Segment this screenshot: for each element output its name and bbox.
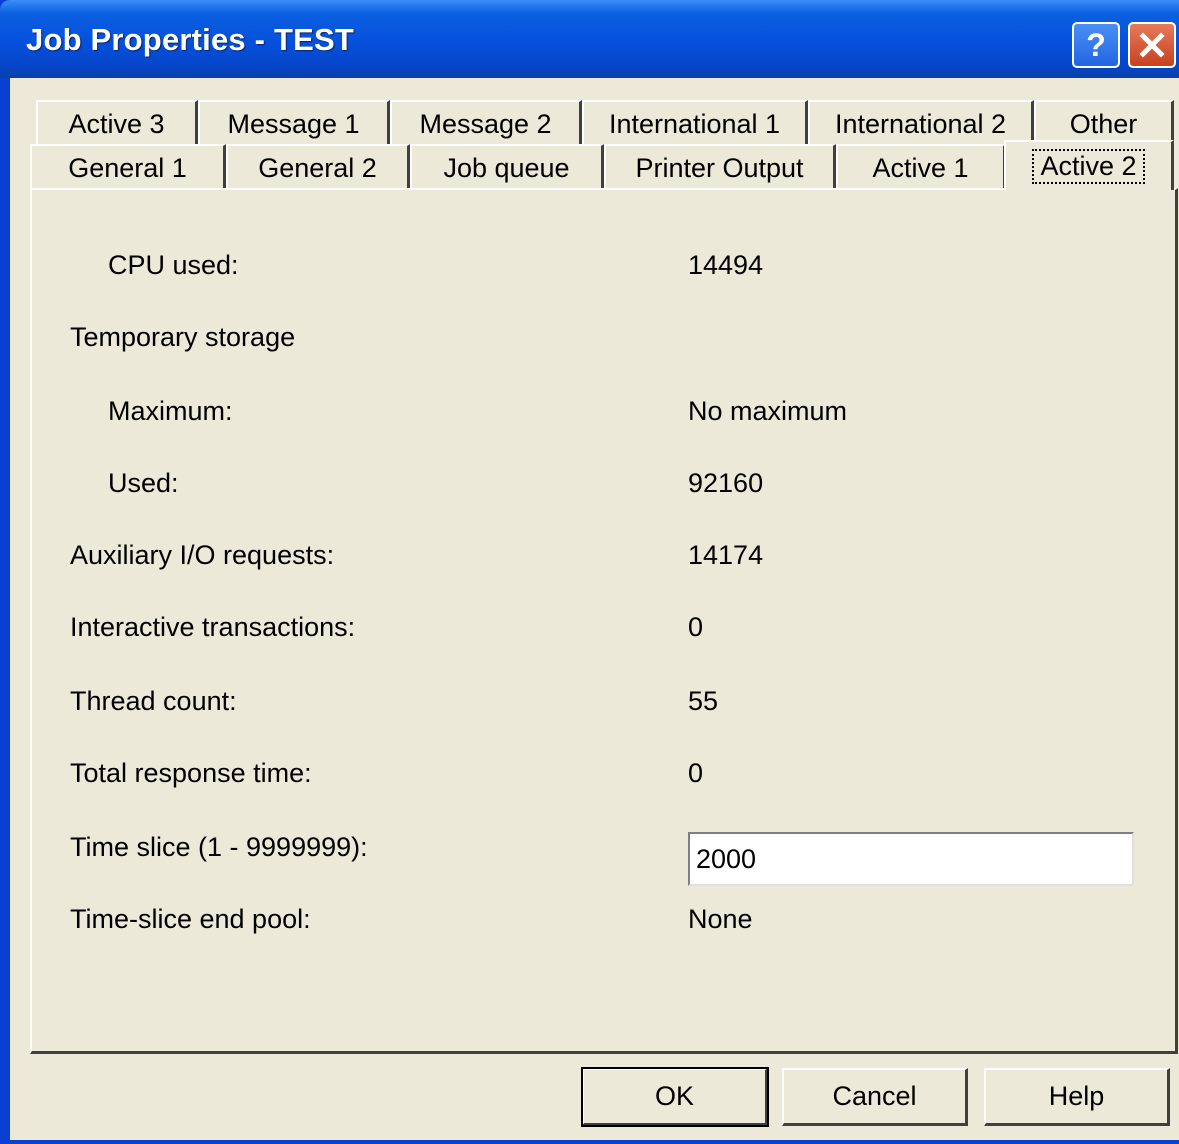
time-slice-end-pool-label: Time-slice end pool: xyxy=(70,904,311,934)
tab-international-1[interactable]: International 1 xyxy=(582,100,808,146)
time-slice-end-pool-value: None xyxy=(688,904,753,934)
tab-message-1[interactable]: Message 1 xyxy=(198,100,390,146)
total-response-time-label: Total response time: xyxy=(70,758,312,788)
time-slice-input[interactable] xyxy=(688,832,1134,886)
job-properties-dialog: Job Properties - TEST ? Active 3 Message… xyxy=(0,0,1179,1144)
window-title: Job Properties - TEST xyxy=(26,22,355,57)
help-button[interactable]: Help xyxy=(984,1068,1170,1126)
close-button[interactable] xyxy=(1128,22,1176,68)
temporary-storage-heading: Temporary storage xyxy=(70,322,296,352)
help-title-button[interactable]: ? xyxy=(1072,22,1120,68)
question-icon: ? xyxy=(1086,26,1106,63)
auxiliary-io-label: Auxiliary I/O requests: xyxy=(70,540,335,570)
interactive-transactions-label: Interactive transactions: xyxy=(70,612,356,642)
total-response-time-value: 0 xyxy=(688,758,704,788)
storage-used-label: Used: xyxy=(108,468,179,498)
tab-active-2[interactable]: Active 2 xyxy=(1004,140,1174,190)
cpu-used-label: CPU used: xyxy=(108,250,239,280)
thread-count-label: Thread count: xyxy=(70,686,237,716)
cpu-used-value: 14494 xyxy=(688,250,764,280)
storage-used-value: 92160 xyxy=(688,468,764,498)
close-icon xyxy=(1139,32,1165,58)
thread-count-value: 55 xyxy=(688,686,719,716)
time-slice-label: Time slice (1 - 9999999): xyxy=(70,832,368,862)
tab-active-1[interactable]: Active 1 xyxy=(836,144,1006,190)
tab-active-3[interactable]: Active 3 xyxy=(36,100,198,146)
tab-printer-output[interactable]: Printer Output xyxy=(604,144,836,190)
tab-message-2[interactable]: Message 2 xyxy=(390,100,582,146)
storage-maximum-label: Maximum: xyxy=(108,396,233,426)
tab-job-queue[interactable]: Job queue xyxy=(410,144,604,190)
storage-maximum-value: No maximum xyxy=(688,396,848,426)
cancel-button[interactable]: Cancel xyxy=(782,1068,968,1126)
tab-panel-active-2: CPU used: 14494 Temporary storage Maximu… xyxy=(30,188,1178,1054)
interactive-transactions-value: 0 xyxy=(688,612,704,642)
title-bar[interactable]: Job Properties - TEST ? xyxy=(0,0,1179,78)
ok-button[interactable]: OK xyxy=(581,1067,769,1127)
tab-general-1[interactable]: General 1 xyxy=(30,144,226,190)
auxiliary-io-value: 14174 xyxy=(688,540,764,570)
tab-general-2[interactable]: General 2 xyxy=(226,144,410,190)
tab-international-2[interactable]: International 2 xyxy=(808,100,1034,146)
